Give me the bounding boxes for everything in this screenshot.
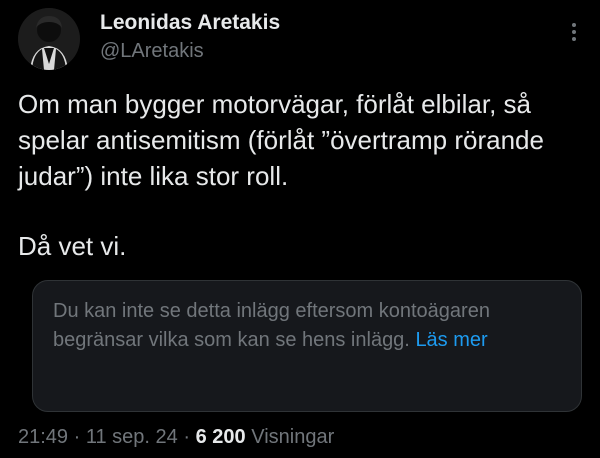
author-display-name[interactable]: Leonidas Aretakis (100, 10, 280, 36)
tweet-header: Leonidas Aretakis @LAretakis (18, 6, 588, 70)
views-count: 6 200 (195, 426, 246, 448)
restricted-quote-notice: Du kan inte se detta inlägg eftersom kon… (32, 280, 582, 412)
views-label: Visningar (251, 426, 335, 448)
tweet-date[interactable]: 11 sep. 24 (86, 426, 178, 448)
author-handle[interactable]: @LAretakis (100, 38, 280, 64)
tweet-paragraph: Om man bygger motorvägar, förlåt elbilar… (18, 89, 544, 191)
avatar[interactable] (18, 8, 80, 70)
meta-separator: · (73, 426, 81, 448)
tweet-time[interactable]: 21:49 (18, 426, 68, 448)
meta-separator: · (183, 426, 191, 448)
tweet-meta: 21:49 · 11 sep. 24 · 6 200 Visningar (18, 424, 334, 450)
author-names: Leonidas Aretakis @LAretakis (100, 10, 280, 64)
tweet-paragraph: Då vet vi. (18, 231, 127, 261)
tweet-text: Om man bygger motorvägar, förlåt elbilar… (18, 86, 588, 264)
more-options-button[interactable] (566, 20, 582, 48)
avatar-portrait-icon (18, 8, 80, 70)
read-more-link[interactable]: Läs mer (415, 329, 487, 351)
more-vertical-icon (566, 23, 582, 41)
